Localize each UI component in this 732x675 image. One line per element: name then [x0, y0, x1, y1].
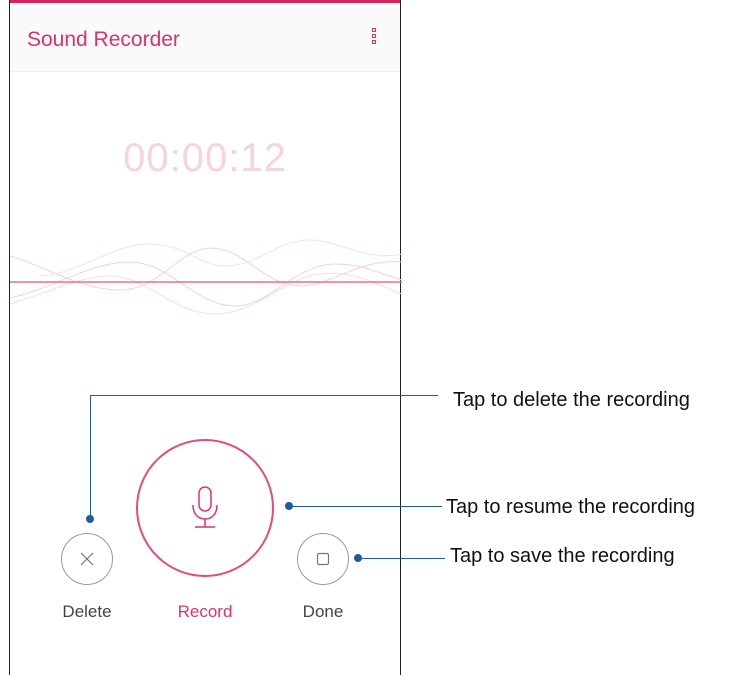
callout-delete-text: Tap to delete the recording	[453, 389, 690, 411]
microphone-icon	[192, 486, 218, 528]
delete-label: Delete	[62, 602, 112, 621]
overflow-menu-icon[interactable]	[372, 28, 380, 50]
app-bar: Sound Recorder	[10, 3, 400, 72]
record-button[interactable]	[136, 439, 274, 577]
callout-dot-delete	[86, 515, 94, 523]
callout-line-delete	[90, 395, 91, 520]
callout-line-done	[358, 558, 445, 559]
done-label: Done	[302, 602, 344, 621]
callout-record-text: Tap to resume the recording	[446, 496, 696, 518]
elapsed-timer: 00:00:12	[123, 136, 287, 180]
callout-done-text: Tap to save the recording	[450, 545, 675, 567]
record-label: Record	[177, 602, 233, 621]
delete-button[interactable]	[61, 533, 113, 585]
waveform-visualizer	[10, 239, 402, 315]
stop-square-icon	[316, 552, 330, 566]
done-button[interactable]	[297, 533, 349, 585]
callout-line-record	[289, 506, 442, 507]
close-icon	[80, 552, 94, 566]
callout-line-delete	[90, 395, 438, 396]
app-title: Sound Recorder	[27, 28, 180, 51]
